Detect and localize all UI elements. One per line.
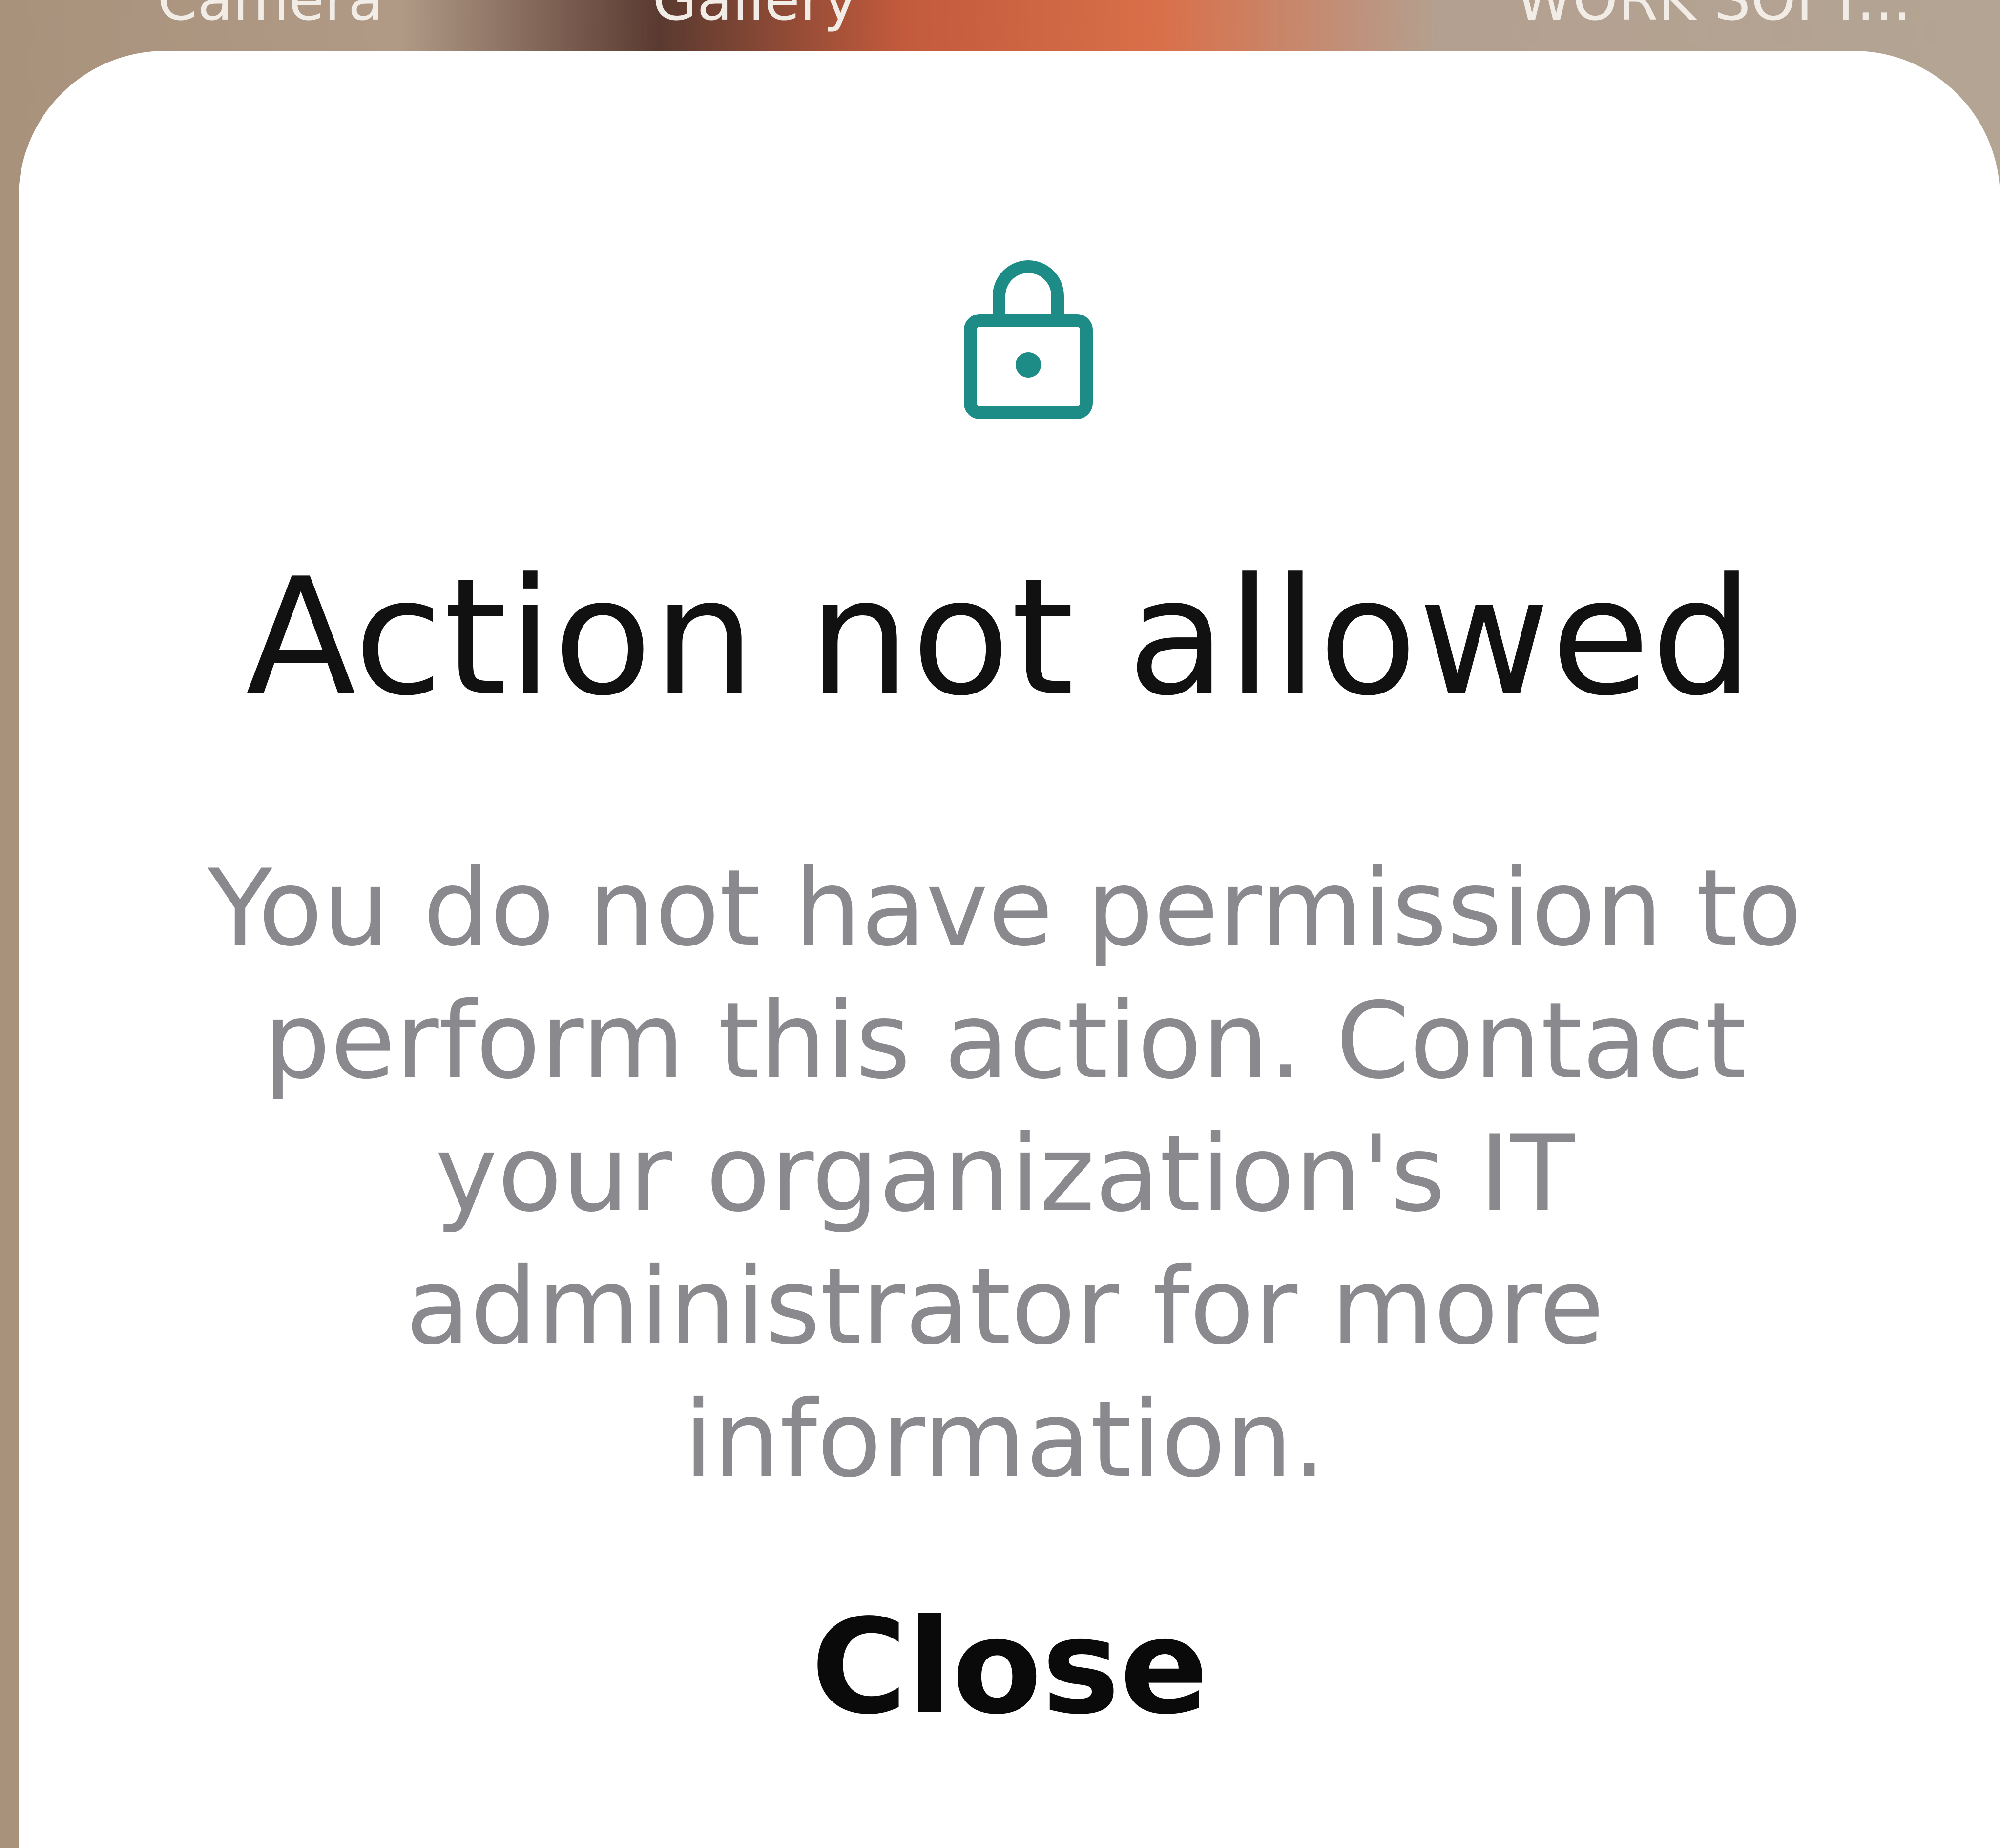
lock-icon	[964, 260, 1093, 419]
close-button[interactable]: Close	[751, 1579, 1269, 1755]
app-label-work-software: WORK SOFT...	[1516, 0, 1912, 28]
dialog-title: Action not allowed	[246, 544, 1754, 731]
home-screen-app-row: Camera Gallery WORK SOFT...	[0, 0, 2000, 54]
app-label-gallery: Gallery	[652, 0, 857, 28]
dialog-message: You do not have permission to perform th…	[208, 847, 1802, 1501]
action-not-allowed-dialog: Action not allowed You do not have permi…	[19, 51, 2000, 1848]
app-label-camera: Camera	[157, 0, 383, 28]
